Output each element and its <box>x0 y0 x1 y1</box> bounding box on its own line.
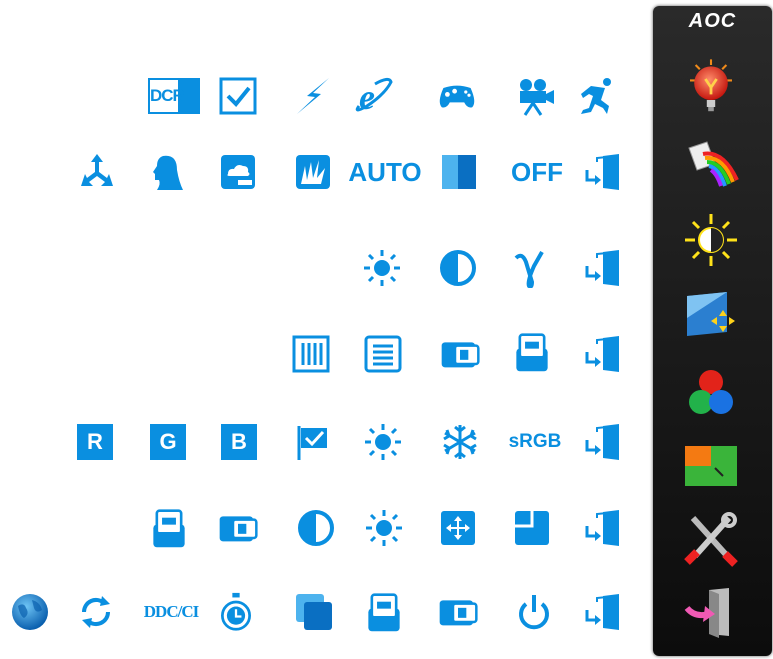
blue-gain-icon[interactable]: B <box>221 424 257 460</box>
exit-door-icon[interactable] <box>583 152 623 192</box>
gamma-icon[interactable] <box>510 248 550 288</box>
auto-icon[interactable]: AUTO <box>348 152 421 192</box>
red-gain-icon[interactable]: R <box>77 424 113 460</box>
split-screen-icon[interactable] <box>439 152 479 192</box>
osd-brightness-icon[interactable] <box>364 508 404 548</box>
exit-door-icon[interactable] <box>583 248 623 288</box>
brand-logo: AOC <box>688 10 737 32</box>
ddcci-icon[interactable]: DDC/CI <box>133 592 209 632</box>
window-size-icon[interactable] <box>512 508 552 548</box>
exit-door-icon[interactable] <box>583 508 623 548</box>
menu-color-setup[interactable] <box>679 212 743 268</box>
power-icon[interactable] <box>514 592 554 632</box>
position-icon[interactable] <box>77 152 117 192</box>
menu-picture-boost[interactable] <box>679 288 743 344</box>
osd-vposition-icon[interactable] <box>364 590 404 636</box>
weather-icon[interactable] <box>218 152 258 192</box>
phase-icon[interactable] <box>363 334 403 374</box>
brightness-icon[interactable] <box>362 248 402 288</box>
menu-image-setup[interactable] <box>679 134 743 190</box>
internet-icon[interactable]: e <box>353 76 393 116</box>
move-icon[interactable] <box>438 508 478 548</box>
face-icon[interactable] <box>147 152 187 192</box>
green-gain-icon[interactable]: G <box>150 424 186 460</box>
contrast-icon[interactable] <box>438 248 478 288</box>
lightning-icon[interactable] <box>293 76 333 116</box>
reset-icon[interactable] <box>76 592 116 632</box>
movie-icon[interactable] <box>515 76 555 116</box>
vertical-position-icon[interactable] <box>512 330 552 376</box>
exit-door-icon[interactable] <box>583 592 623 632</box>
checkbox-icon[interactable] <box>218 76 258 116</box>
osd-contrast-icon[interactable] <box>296 508 336 548</box>
globe-icon[interactable] <box>10 592 50 632</box>
menu-exit[interactable] <box>679 584 743 640</box>
game-icon[interactable] <box>432 76 482 116</box>
srgb-icon[interactable]: sRGB <box>502 424 568 460</box>
horizontal-position-icon[interactable] <box>436 334 484 374</box>
menu-extra-tools[interactable] <box>679 512 743 568</box>
off-timer-icon[interactable] <box>216 590 256 634</box>
exit-door-icon[interactable] <box>583 334 623 374</box>
grass-icon[interactable] <box>293 152 333 192</box>
image-ratio-icon[interactable] <box>294 592 334 632</box>
dcr-icon[interactable]: DCR <box>147 76 201 116</box>
menu-extra[interactable] <box>679 438 743 494</box>
osd-menu-panel: AOC <box>653 6 772 656</box>
flag-icon[interactable] <box>293 422 333 462</box>
exit-door-icon[interactable] <box>583 422 623 462</box>
menu-luminance[interactable] <box>679 46 743 126</box>
osd-horizontal-position-icon[interactable] <box>214 508 262 548</box>
osd-vertical-position-icon[interactable] <box>149 506 189 552</box>
sports-icon[interactable] <box>577 76 617 116</box>
menu-osd-setup[interactable] <box>679 364 743 420</box>
osd-hposition-icon[interactable] <box>434 592 482 632</box>
warm-icon[interactable] <box>363 422 403 462</box>
cool-icon[interactable] <box>440 422 480 462</box>
clock-icon[interactable] <box>291 334 331 374</box>
off-icon[interactable]: OFF <box>508 152 566 192</box>
